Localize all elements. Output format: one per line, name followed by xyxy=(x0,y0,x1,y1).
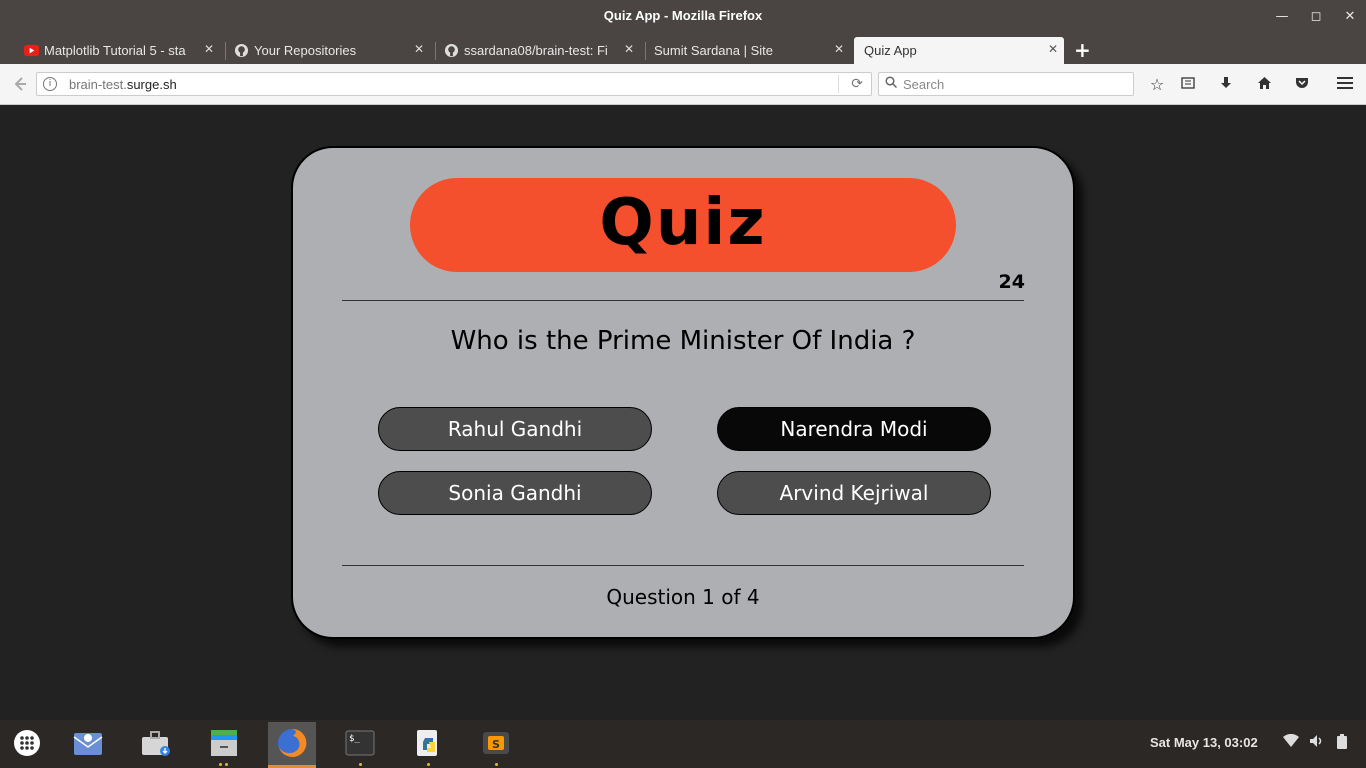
running-indicator xyxy=(225,763,228,766)
youtube-icon xyxy=(24,44,39,57)
url-bar[interactable]: i brain-test.surge.sh ⟳ xyxy=(36,72,872,96)
close-window-button[interactable]: ✕ xyxy=(1341,8,1359,26)
tab-separator xyxy=(225,42,226,60)
tab-separator xyxy=(435,42,436,60)
taskbar: $_ S Sat May 13, 03:02 xyxy=(0,720,1366,768)
quiz-title-banner: Quiz xyxy=(410,178,956,272)
tab-your-repositories[interactable]: Your Repositories ✕ xyxy=(230,37,430,64)
sublime-icon[interactable]: S xyxy=(480,727,512,759)
github-icon xyxy=(234,43,249,58)
url-divider xyxy=(838,75,839,93)
window-title: Quiz App - Mozilla Firefox xyxy=(603,8,763,23)
volume-icon[interactable] xyxy=(1309,734,1325,752)
search-input[interactable] xyxy=(903,75,1123,93)
tab-quiz-app[interactable]: Quiz App ✕ xyxy=(854,37,1064,64)
tab-title: Quiz App xyxy=(864,43,917,58)
maximize-button[interactable]: ◻ xyxy=(1307,8,1325,26)
option-sonia-gandhi[interactable]: Sonia Gandhi xyxy=(378,471,652,515)
python-icon[interactable] xyxy=(412,727,444,759)
minimize-button[interactable]: — xyxy=(1273,8,1291,26)
svg-text:$_: $_ xyxy=(349,734,360,744)
hamburger-menu-icon[interactable] xyxy=(1334,74,1356,96)
search-icon xyxy=(885,76,898,92)
tab-title: Matplotlib Tutorial 5 - sta xyxy=(44,43,186,58)
url-domain: surge.sh xyxy=(126,77,177,92)
running-indicator xyxy=(219,763,222,766)
bookmark-star-icon[interactable]: ☆ xyxy=(1146,74,1168,96)
svg-text:S: S xyxy=(492,738,500,751)
clock[interactable]: Sat May 13, 03:02 xyxy=(1150,735,1258,750)
page-content: Quiz 24 Who is the Prime Minister Of Ind… xyxy=(0,105,1366,720)
tab-title: Your Repositories xyxy=(254,43,357,58)
option-rahul-gandhi[interactable]: Rahul Gandhi xyxy=(378,407,652,451)
url-text[interactable]: brain-test.surge.sh xyxy=(69,77,177,92)
pocket-icon[interactable] xyxy=(1291,74,1313,96)
battery-icon[interactable] xyxy=(1337,734,1347,753)
mail-icon[interactable] xyxy=(72,727,104,759)
url-prefix: brain-test. xyxy=(69,77,127,92)
reload-icon[interactable]: ⟳ xyxy=(851,76,863,92)
app-grid-icon[interactable] xyxy=(11,727,43,759)
tab-close-icon[interactable]: ✕ xyxy=(204,42,214,56)
tab-brain-test-repo[interactable]: ssardana08/brain-test: Fi ✕ xyxy=(440,37,640,64)
reading-list-icon[interactable] xyxy=(1177,74,1199,96)
wifi-icon[interactable] xyxy=(1283,733,1299,752)
tab-matplotlib[interactable]: Matplotlib Tutorial 5 - sta ✕ xyxy=(20,37,220,64)
question-counter: Question 1 of 4 xyxy=(606,585,760,609)
back-arrow-icon[interactable] xyxy=(8,72,32,96)
github-icon xyxy=(444,43,459,58)
bottom-divider xyxy=(342,565,1024,566)
quiz-title: Quiz xyxy=(599,186,767,260)
store-icon[interactable] xyxy=(140,727,172,759)
firefox-icon[interactable] xyxy=(276,727,308,759)
running-indicator xyxy=(359,763,362,766)
running-indicator xyxy=(427,763,430,766)
home-icon[interactable] xyxy=(1253,74,1275,96)
option-arvind-kejriwal[interactable]: Arvind Kejriwal xyxy=(717,471,991,515)
tab-strip: Matplotlib Tutorial 5 - sta ✕ Your Repos… xyxy=(0,34,1366,64)
tab-close-icon[interactable]: ✕ xyxy=(1048,42,1058,56)
navigation-toolbar: i brain-test.surge.sh ⟳ ☆ xyxy=(0,64,1366,105)
running-indicator xyxy=(495,763,498,766)
tab-title: ssardana08/brain-test: Fi xyxy=(464,43,608,58)
question-text: Who is the Prime Minister Of India ? xyxy=(450,326,916,356)
terminal-icon[interactable]: $_ xyxy=(344,727,376,759)
search-bar[interactable] xyxy=(878,72,1134,96)
tab-sumit-sardana-site[interactable]: Sumit Sardana | Site ✕ xyxy=(630,37,850,64)
tab-close-icon[interactable]: ✕ xyxy=(414,42,424,56)
top-divider xyxy=(342,300,1024,301)
tab-close-icon[interactable]: ✕ xyxy=(834,42,844,56)
files-icon[interactable] xyxy=(208,727,240,759)
option-narendra-modi[interactable]: Narendra Modi xyxy=(717,407,991,451)
timer-countdown: 24 xyxy=(998,271,1025,293)
quiz-card: Quiz 24 Who is the Prime Minister Of Ind… xyxy=(291,146,1075,639)
new-tab-button[interactable]: + xyxy=(1074,38,1091,62)
window-titlebar: Quiz App - Mozilla Firefox — ◻ ✕ xyxy=(0,0,1366,34)
tab-title: Sumit Sardana | Site xyxy=(654,43,773,58)
download-icon[interactable] xyxy=(1215,74,1237,96)
site-info-icon[interactable]: i xyxy=(43,77,57,91)
